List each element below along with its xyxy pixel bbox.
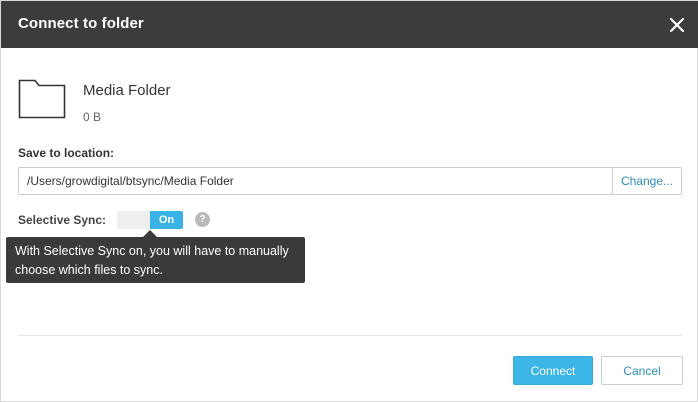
- selective-sync-tooltip: With Selective Sync on, you will have to…: [6, 237, 305, 283]
- folder-name: Media Folder: [83, 82, 171, 99]
- toggle-on-half: On: [150, 211, 183, 229]
- toggle-off-half: [117, 211, 150, 229]
- selective-sync-label: Selective Sync:: [18, 213, 107, 227]
- selective-sync-toggle[interactable]: On: [117, 211, 183, 229]
- connect-to-folder-dialog: Connect to folder Media Folder 0 B Save …: [0, 0, 698, 402]
- footer-divider: [18, 335, 682, 336]
- cancel-button[interactable]: Cancel: [601, 356, 683, 385]
- tooltip-arrow: [143, 230, 157, 237]
- close-button[interactable]: [665, 13, 689, 37]
- help-icon[interactable]: ?: [195, 212, 210, 227]
- change-location-button[interactable]: Change...: [612, 167, 682, 195]
- save-location-label: Save to location:: [18, 146, 115, 160]
- folder-size: 0 B: [83, 110, 102, 124]
- dialog-title: Connect to folder: [18, 15, 144, 32]
- connect-button[interactable]: Connect: [513, 356, 593, 385]
- save-location-input[interactable]: [18, 167, 612, 195]
- close-icon: [669, 17, 685, 33]
- folder-icon: [18, 79, 66, 119]
- dialog-titlebar: Connect to folder: [1, 1, 698, 48]
